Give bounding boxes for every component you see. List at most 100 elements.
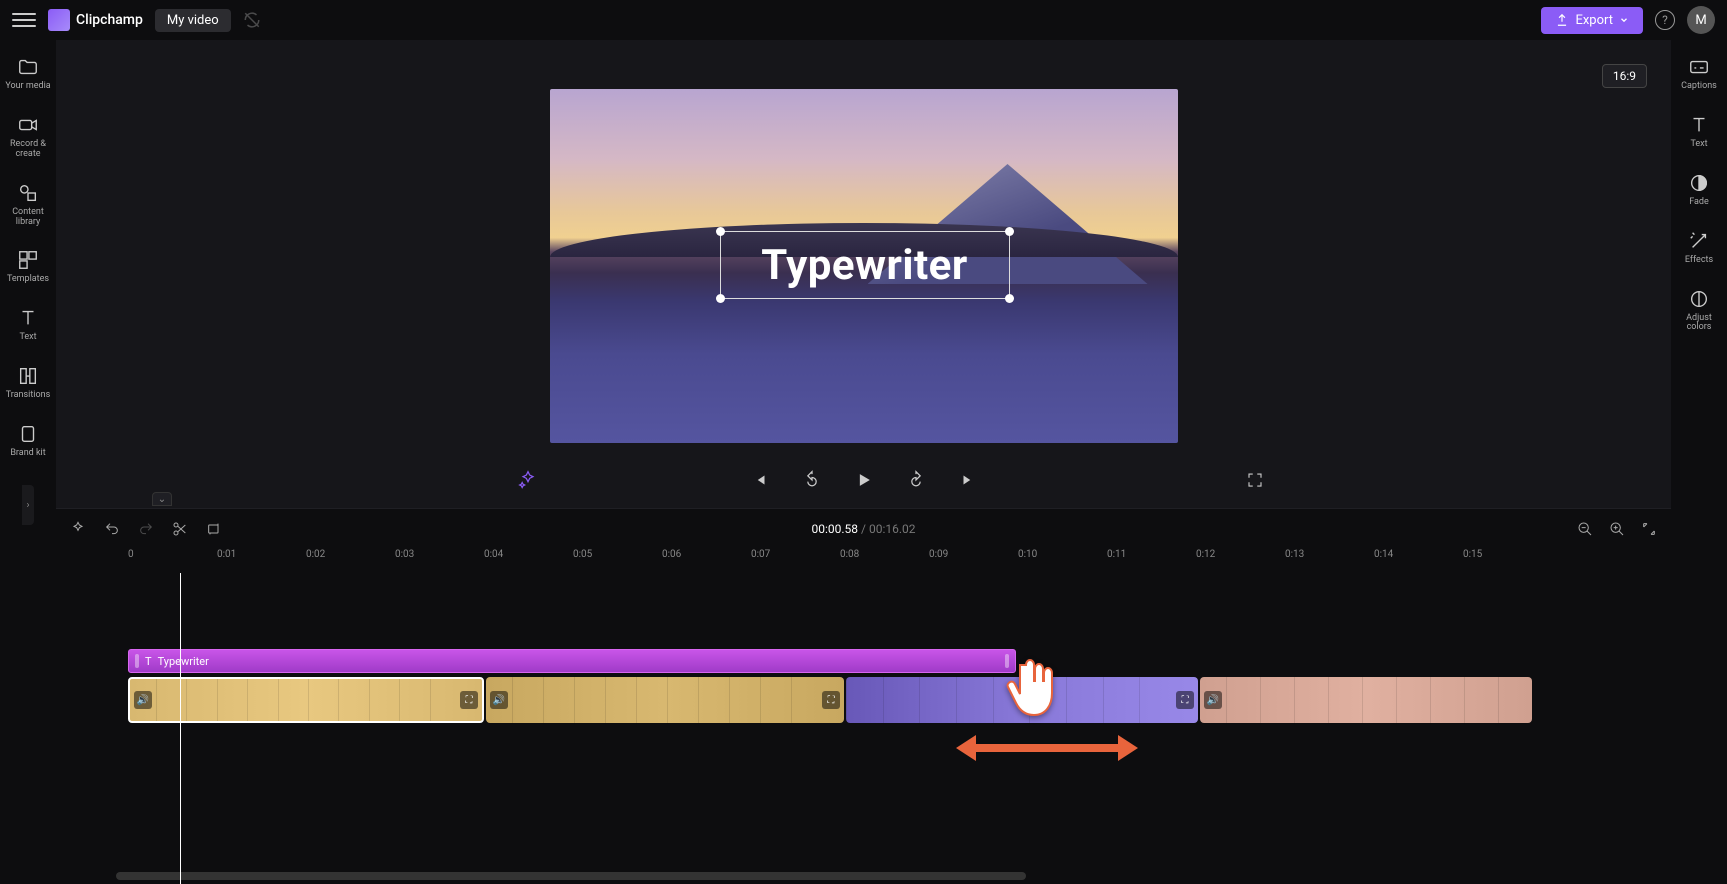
ruler-tick: 0:07 [751, 549, 770, 560]
expand-clip-icon[interactable]: ⛶ [822, 691, 840, 709]
ruler-tick: 0:11 [1107, 549, 1126, 560]
shapes-icon [15, 180, 41, 206]
sidebar-item-record-create[interactable]: Record & create [0, 106, 56, 166]
sidebar-item-templates[interactable]: Templates [0, 241, 56, 291]
folder-icon [15, 54, 41, 80]
skip-back-icon[interactable] [748, 468, 772, 492]
split-icon[interactable] [170, 519, 190, 539]
redo-icon[interactable] [136, 519, 156, 539]
ruler-tick: 0:15 [1463, 549, 1482, 560]
ruler-tick: 0:14 [1374, 549, 1393, 560]
preview-area: 16:9 Typewriter [56, 40, 1671, 508]
sidebar-label: Effects [1685, 256, 1713, 266]
video-clip-1[interactable]: 🔊 ⛶ [128, 677, 484, 723]
sidebar-item-text[interactable]: Text [0, 299, 56, 349]
sidebar-label: Adjust colors [1673, 314, 1725, 334]
fullscreen-icon[interactable] [1243, 468, 1267, 492]
resize-handle-tl[interactable] [716, 227, 725, 236]
fade-icon [1686, 170, 1712, 196]
ruler-tick: 0 [128, 549, 134, 560]
sync-off-icon[interactable] [243, 11, 261, 29]
ruler-tick: 0:10 [1018, 549, 1037, 560]
sidebar-item-text-props[interactable]: Text [1671, 106, 1727, 156]
magic-tool-icon[interactable] [516, 468, 540, 492]
sidebar-item-your-media[interactable]: Your media [0, 48, 56, 98]
audio-icon[interactable]: 🔊 [490, 691, 508, 709]
sidebar-label: Content library [2, 208, 54, 228]
sidebar-item-transitions[interactable]: Transitions [0, 357, 56, 407]
upload-icon [1555, 13, 1569, 27]
app-logo[interactable]: Clipchamp [48, 9, 143, 31]
sidebar-item-content-library[interactable]: Content library [0, 174, 56, 234]
text-icon [1686, 112, 1712, 138]
resize-handle-tr[interactable] [1005, 227, 1014, 236]
clip-handle-right[interactable] [1005, 654, 1009, 668]
sidebar-item-fade[interactable]: Fade [1671, 164, 1727, 214]
text-clip-label: Typewriter [158, 655, 209, 668]
help-icon[interactable]: ? [1655, 10, 1675, 30]
time-display: 00:00.58 / 00:16.02 [811, 522, 915, 536]
left-sidebar: Your media Record & create Content libra… [0, 40, 56, 884]
ruler-tick: 0:01 [217, 549, 236, 560]
crop-icon[interactable] [204, 519, 224, 539]
text-element-selection[interactable]: Typewriter [720, 231, 1010, 299]
app-name: Clipchamp [76, 12, 143, 28]
adjust-colors-icon [1686, 286, 1712, 312]
text-clip[interactable]: T Typewriter [128, 649, 1016, 673]
auto-compose-icon[interactable] [68, 519, 88, 539]
panel-toggle-icon[interactable]: ⌄ [152, 492, 172, 506]
timeline-scrollbar[interactable] [116, 872, 1661, 880]
zoom-out-icon[interactable] [1575, 519, 1595, 539]
current-time: 00:00.58 [811, 522, 858, 536]
camera-icon [15, 112, 41, 138]
timeline-toolbar: 00:00.58 / 00:16.02 [56, 509, 1671, 549]
timeline-panel: 00:00.58 / 00:16.02 00:010:020:030:040:0… [56, 508, 1671, 884]
zoom-in-icon[interactable] [1607, 519, 1627, 539]
video-clip-2[interactable]: 🔊 ⛶ [486, 677, 844, 723]
playback-controls [56, 452, 1671, 508]
forward-icon[interactable] [904, 468, 928, 492]
resize-handle-bl[interactable] [716, 294, 725, 303]
project-title-tab[interactable]: My video [155, 9, 231, 32]
rewind-icon[interactable] [800, 468, 824, 492]
right-sidebar: Captions Text Fade Effects Adjust colors [1671, 40, 1727, 884]
user-avatar[interactable]: M [1687, 6, 1715, 34]
ruler-tick: 0:06 [662, 549, 681, 560]
timeline-ruler[interactable]: 00:010:020:030:040:050:060:070:080:090:1… [56, 549, 1671, 573]
expand-left-panel[interactable]: › [22, 485, 34, 525]
preview-text: Typewriter [761, 241, 967, 290]
ruler-tick: 0:05 [573, 549, 592, 560]
chevron-down-icon [1619, 15, 1629, 25]
sidebar-label: Fade [1689, 198, 1709, 208]
video-clip-3[interactable]: ⛶ [846, 677, 1198, 723]
sidebar-item-brand-kit[interactable]: Brand kit [0, 415, 56, 465]
preview-canvas[interactable]: Typewriter [550, 89, 1178, 443]
undo-icon[interactable] [102, 519, 122, 539]
expand-clip-icon[interactable]: ⛶ [460, 691, 478, 709]
sidebar-item-effects[interactable]: Effects [1671, 222, 1727, 272]
sidebar-label: Text [1690, 140, 1707, 150]
fit-timeline-icon[interactable] [1639, 519, 1659, 539]
sidebar-label: Transitions [6, 391, 51, 401]
sidebar-label: Brand kit [10, 449, 45, 459]
sidebar-item-captions[interactable]: Captions [1671, 48, 1727, 98]
aspect-ratio-selector[interactable]: 16:9 [1602, 64, 1647, 88]
video-clip-4[interactable]: 🔊 [1200, 677, 1532, 723]
menu-icon[interactable] [12, 8, 36, 32]
sidebar-item-adjust-colors[interactable]: Adjust colors [1671, 280, 1727, 340]
playhead[interactable] [180, 573, 181, 884]
clip-handle-left[interactable] [135, 654, 139, 668]
export-button[interactable]: Export [1541, 7, 1643, 34]
expand-clip-icon[interactable]: ⛶ [1176, 691, 1194, 709]
scrollbar-thumb[interactable] [116, 872, 1026, 880]
sidebar-label: Record & create [2, 140, 54, 160]
sidebar-label: Your media [5, 82, 50, 92]
resize-handle-br[interactable] [1005, 294, 1014, 303]
skip-forward-icon[interactable] [956, 468, 980, 492]
audio-icon[interactable]: 🔊 [134, 691, 152, 709]
text-clip-icon: T [145, 655, 152, 668]
ruler-tick: 0:03 [395, 549, 414, 560]
timeline-tracks[interactable]: T Typewriter 🔊 ⛶ 🔊 ⛶ ⛶ [56, 573, 1671, 884]
play-icon[interactable] [852, 468, 876, 492]
audio-icon[interactable]: 🔊 [1204, 691, 1222, 709]
